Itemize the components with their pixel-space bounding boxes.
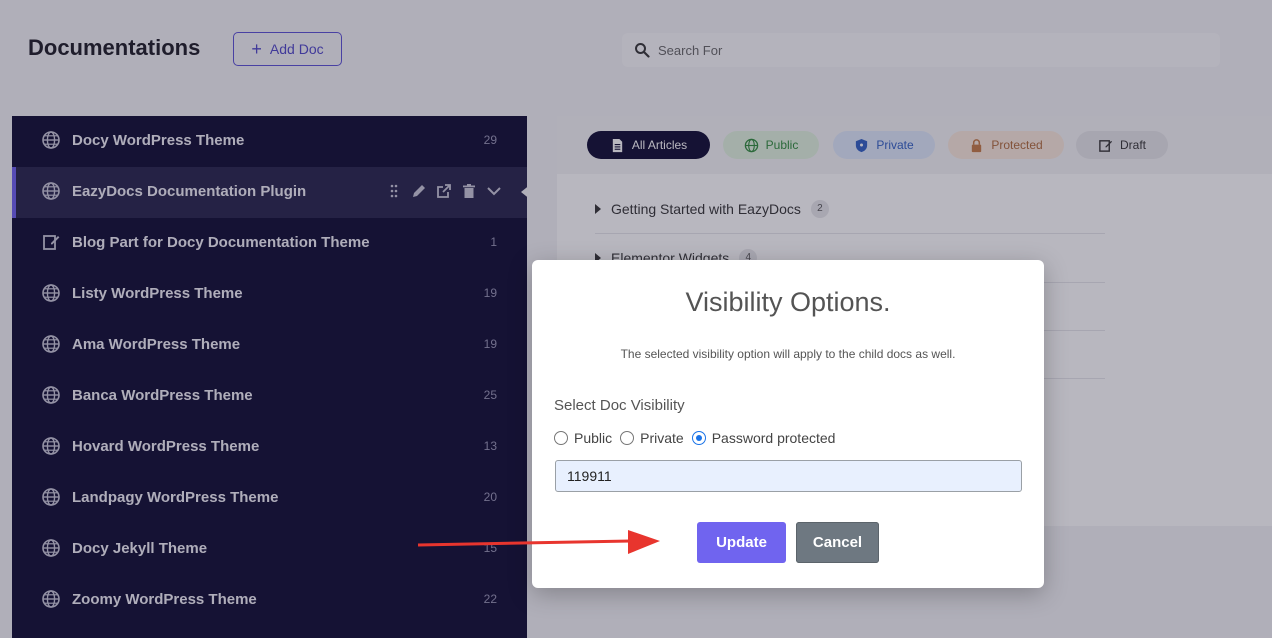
radio-circle-selected[interactable] — [691, 431, 706, 445]
visibility-field-label: Select Doc Visibility — [554, 397, 685, 414]
radio-private-label: Private — [640, 430, 684, 446]
modal-subtitle: The selected visibility option will appl… — [620, 347, 956, 361]
radio-circle[interactable] — [620, 431, 635, 445]
radio-private[interactable]: Private — [620, 430, 684, 446]
radio-password-label: Password protected — [711, 430, 836, 446]
radio-password-protected[interactable]: Password protected — [691, 430, 836, 446]
cancel-button[interactable]: Cancel — [796, 522, 879, 563]
radio-public-label: Public — [574, 430, 613, 446]
password-input[interactable] — [555, 460, 1022, 492]
radio-circle[interactable] — [554, 431, 568, 445]
visibility-radio-group: Public Private Password protected — [554, 430, 843, 446]
modal-title: Visibility Options. — [685, 287, 891, 317]
radio-public[interactable]: Public — [554, 430, 612, 446]
update-button[interactable]: Update — [697, 522, 786, 563]
red-arrow-annotation — [417, 530, 660, 554]
